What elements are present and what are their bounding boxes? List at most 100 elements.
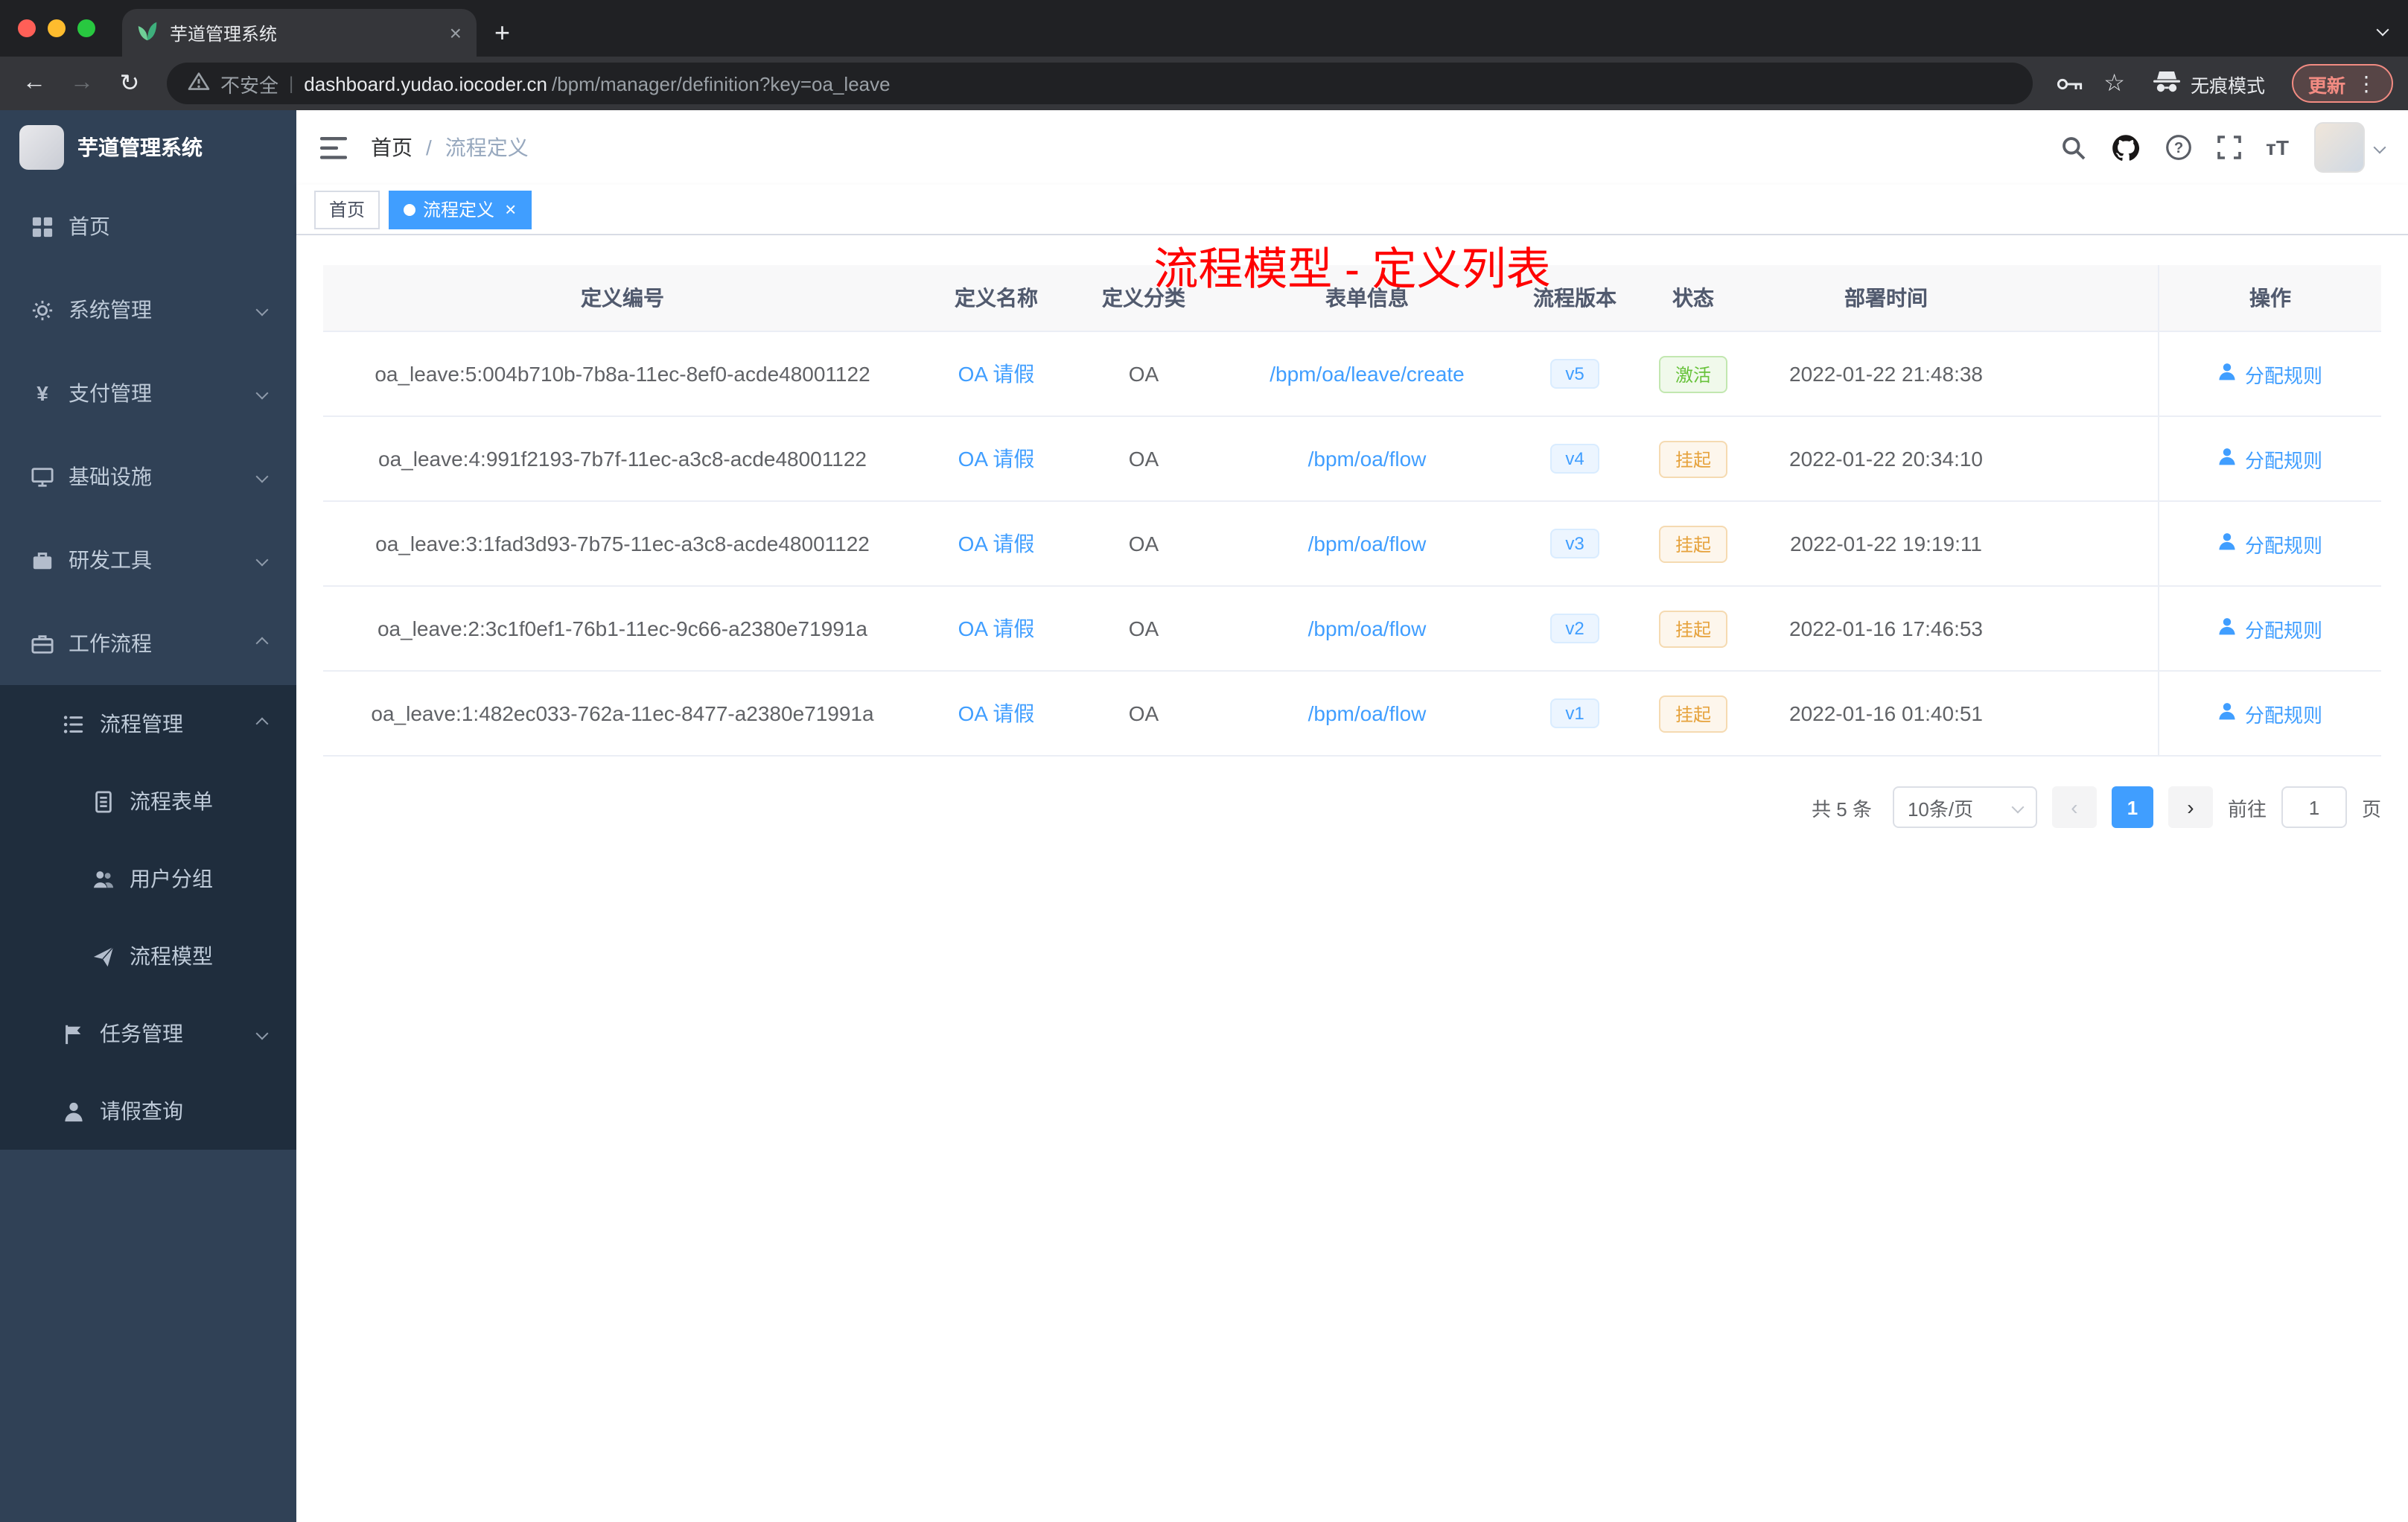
briefcase-icon	[31, 632, 54, 655]
address-bar[interactable]: 不安全 | dashboard.yudao.iocoder.cn/bpm/man…	[167, 63, 2033, 104]
window-minimize-button[interactable]	[48, 19, 66, 37]
chevron-down-icon	[255, 553, 269, 567]
assign-rule-label: 分配规则	[2244, 534, 2322, 556]
logo-title: 芋道管理系统	[77, 136, 203, 159]
reload-button[interactable]: ↻	[110, 64, 149, 103]
definition-id: oa_leave:3:1fad3d93-7b75-11ec-a3c8-acde4…	[375, 532, 870, 555]
definition-name-link[interactable]: OA 请假	[958, 614, 1035, 643]
sidebar-item-process-management[interactable]: 流程管理	[0, 685, 296, 762]
update-label: 更新	[2307, 75, 2345, 96]
next-page-button[interactable]: ›	[2167, 786, 2213, 828]
version-tag: v2	[1550, 614, 1599, 643]
form-link[interactable]: /bpm/oa/flow	[1308, 617, 1427, 640]
bookmark-star-icon[interactable]: ☆	[2098, 69, 2131, 98]
back-button[interactable]: ←	[15, 64, 54, 103]
assign-rule-button[interactable]: 分配规则	[2218, 529, 2322, 558]
page-size-select[interactable]: 10条/页	[1892, 786, 2037, 828]
table-row: oa_leave:1:482ec033-762a-11ec-8477-a2380…	[323, 672, 2381, 757]
sidebar-item-system-management[interactable]: 系统管理	[0, 268, 296, 351]
browser-menu-dots-icon[interactable]: ⋮	[2356, 71, 2377, 96]
definition-id: oa_leave:2:3c1f0ef1-76b1-11ec-9c66-a2380…	[377, 617, 867, 640]
user-icon	[2218, 532, 2237, 555]
definition-category: OA	[1128, 617, 1159, 640]
tab-search-chevron-icon[interactable]	[2376, 15, 2389, 42]
page-number-1[interactable]: 1	[2111, 786, 2153, 828]
user-icon	[2218, 617, 2237, 640]
page-content: 定义编号 定义名称 定义分类 表单信息 流程版本 状态 部署时间 操作 oa_l…	[296, 235, 2408, 1522]
sidebar-item-process-model[interactable]: 流程模型	[0, 917, 296, 995]
assign-rule-button[interactable]: 分配规则	[2218, 445, 2322, 473]
definition-name-link[interactable]: OA 请假	[958, 359, 1035, 389]
breadcrumb-separator: /	[426, 136, 432, 159]
browser-update-button[interactable]: 更新 ⋮	[2291, 64, 2393, 103]
definition-category: OA	[1128, 532, 1159, 555]
browser-tab[interactable]: 芋道管理系统 ×	[122, 9, 477, 57]
user-avatar-menu[interactable]	[2314, 122, 2386, 173]
sidebar-item-label: 请假查询	[100, 1099, 183, 1123]
deploy-time: 2022-01-22 19:19:11	[1790, 532, 1982, 555]
goto-page-input[interactable]	[2281, 786, 2347, 828]
favicon	[137, 20, 158, 45]
sidebar-item-workflow[interactable]: 工作流程	[0, 602, 296, 685]
security-label[interactable]: 不安全	[220, 69, 278, 98]
assign-rule-button[interactable]: 分配规则	[2218, 699, 2322, 727]
prev-page-button[interactable]: ‹	[2051, 786, 2097, 828]
form-link[interactable]: /bpm/oa/flow	[1308, 447, 1427, 471]
window-close-button[interactable]	[18, 19, 36, 37]
sidebar-collapse-icon[interactable]	[320, 136, 347, 159]
sidebar-item-dev-tools[interactable]: 研发工具	[0, 518, 296, 602]
tag-label: 流程定义	[423, 200, 495, 220]
fullscreen-icon[interactable]	[2217, 136, 2240, 159]
definition-id: oa_leave:5:004b710b-7b8a-11ec-8ef0-acde4…	[375, 362, 870, 386]
browser-tabstrip: 芋道管理系统 × +	[0, 0, 2408, 57]
font-size-icon[interactable]: тT	[2266, 136, 2289, 159]
new-tab-button[interactable]: +	[477, 9, 528, 57]
sidebar-item-leave-query[interactable]: 请假查询	[0, 1072, 296, 1150]
sidebar-item-task-management[interactable]: 任务管理	[0, 995, 296, 1072]
person-icon	[63, 1100, 85, 1122]
tag-process-definition[interactable]: 流程定义 ×	[389, 190, 532, 229]
pagination: 共 5 条 10条/页 ‹ 1 › 前往 页	[323, 786, 2381, 828]
table-row: oa_leave:5:004b710b-7b8a-11ec-8ef0-acde4…	[323, 332, 2381, 417]
toolbox-icon	[31, 549, 54, 571]
definition-name-link[interactable]: OA 请假	[958, 444, 1035, 474]
definition-name-link[interactable]: OA 请假	[958, 529, 1035, 558]
assign-rule-label: 分配规则	[2244, 449, 2322, 471]
sidebar-item-label: 研发工具	[69, 548, 152, 572]
breadcrumb-home[interactable]: 首页	[371, 133, 413, 162]
window-maximize-button[interactable]	[77, 19, 95, 37]
tag-home[interactable]: 首页	[314, 190, 380, 229]
search-icon[interactable]	[2060, 135, 2086, 160]
paper-plane-icon	[92, 945, 115, 967]
tab-close-icon[interactable]: ×	[450, 21, 462, 45]
forward-button[interactable]: →	[63, 64, 101, 103]
table-header-row: 定义编号 定义名称 定义分类 表单信息 流程版本 状态 部署时间 操作	[323, 265, 2381, 332]
sidebar-item-infrastructure[interactable]: 基础设施	[0, 435, 296, 518]
col-header: 部署时间	[1844, 286, 1928, 310]
url-separator: |	[289, 73, 294, 94]
sidebar-item-home[interactable]: 首页	[0, 185, 296, 268]
avatar[interactable]	[2314, 122, 2365, 173]
form-link[interactable]: /bpm/oa/leave/create	[1270, 362, 1465, 386]
status-badge: 激活	[1658, 355, 1727, 392]
definition-id: oa_leave:4:991f2193-7b7f-11ec-a3c8-acde4…	[378, 447, 867, 471]
chevron-up-icon	[255, 717, 269, 730]
definition-name-link[interactable]: OA 请假	[958, 698, 1035, 728]
sidebar-item-payment-management[interactable]: ¥ 支付管理	[0, 351, 296, 435]
version-tag: v3	[1550, 529, 1599, 558]
form-link[interactable]: /bpm/oa/flow	[1308, 701, 1427, 725]
sidebar-logo[interactable]: 芋道管理系统	[0, 110, 296, 185]
sidebar-item-label: 流程管理	[100, 712, 183, 736]
assign-rule-button[interactable]: 分配规则	[2218, 360, 2322, 388]
assign-rule-button[interactable]: 分配规则	[2218, 614, 2322, 643]
key-icon[interactable]	[2050, 75, 2089, 92]
github-icon[interactable]	[2111, 133, 2139, 162]
form-link[interactable]: /bpm/oa/flow	[1308, 532, 1427, 555]
sidebar-item-process-form[interactable]: 流程表单	[0, 762, 296, 840]
chevron-down-icon	[255, 1027, 269, 1040]
tag-close-icon[interactable]: ×	[505, 198, 516, 220]
version-tag: v1	[1550, 698, 1599, 728]
chevron-down-icon	[2011, 800, 2025, 814]
help-icon[interactable]: ?	[2165, 134, 2191, 161]
sidebar-item-user-group[interactable]: 用户分组	[0, 840, 296, 917]
